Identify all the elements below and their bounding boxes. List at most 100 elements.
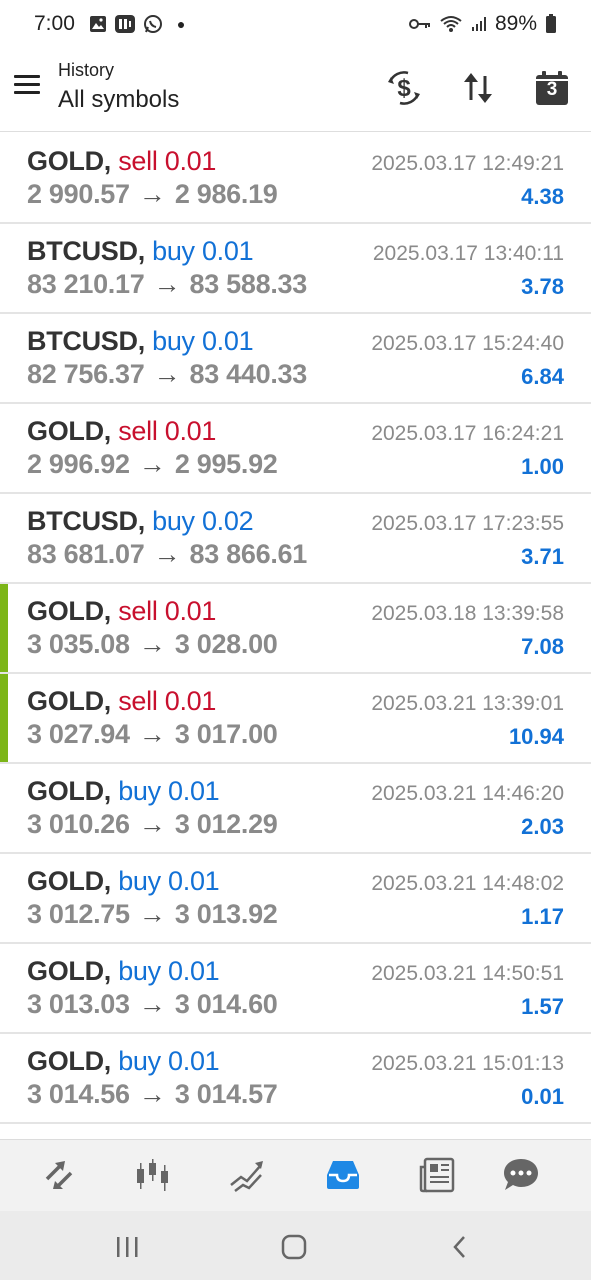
- trade-row[interactable]: BTCUSD, buy 0.01 83 210.17 → 83 588.33 202…: [0, 224, 591, 314]
- trade-title: GOLD, buy 0.01: [27, 956, 220, 987]
- trade-side-label: sell: [118, 686, 158, 716]
- close-price: 3 017.00: [174, 719, 278, 749]
- trade-side: buy 0.01: [118, 866, 220, 896]
- news-icon[interactable]: [414, 1152, 460, 1198]
- close-price: 83 588.33: [189, 269, 308, 299]
- trade-symbol: GOLD,: [27, 686, 111, 716]
- trade-volume: 0.01: [164, 596, 217, 626]
- trade-side: buy 0.01: [118, 776, 220, 806]
- sort-icon[interactable]: [456, 66, 500, 110]
- arrow-right-icon: →: [131, 899, 173, 929]
- trade-row[interactable]: BTCUSD, buy 0.02 83 681.07 → 83 866.61 202…: [0, 494, 591, 584]
- gallery-icon: [89, 15, 107, 33]
- trade-title: GOLD, sell 0.01: [27, 596, 216, 627]
- close-price: 2 995.92: [174, 449, 278, 479]
- trade-icon[interactable]: [224, 1152, 270, 1198]
- trade-row[interactable]: GOLD, buy 0.01 3 014.56 → 3 014.57 2025.03…: [0, 1034, 591, 1124]
- close-price: 83 440.33: [189, 359, 308, 389]
- trade-prices: 3 012.75 → 3 013.92: [27, 899, 278, 930]
- quotes-icon[interactable]: [36, 1152, 82, 1198]
- app-toolbar: History All symbols $ 3: [0, 48, 591, 132]
- trade-prices: 3 035.08 → 3 028.00: [27, 629, 278, 660]
- arrow-right-icon: →: [131, 629, 173, 659]
- page-title[interactable]: All symbols: [58, 86, 179, 114]
- arrow-right-icon: →: [131, 449, 173, 479]
- trade-title: GOLD, sell 0.01: [27, 416, 216, 447]
- open-price: 2 990.57: [27, 179, 130, 209]
- trade-history-list: GOLD, sell 0.01 2 990.57 → 2 986.19 2025.0…: [0, 134, 591, 1124]
- trade-profit: 6.84: [521, 364, 564, 389]
- back-button[interactable]: [440, 1227, 480, 1267]
- open-price: 3 012.75: [27, 899, 130, 929]
- trade-row[interactable]: GOLD, sell 0.01 2 996.92 → 2 995.92 2025.0…: [0, 404, 591, 494]
- trade-volume: 0.01: [201, 326, 254, 356]
- trade-side: sell 0.01: [118, 686, 216, 716]
- open-price: 3 035.08: [27, 629, 130, 659]
- currency-exchange-icon[interactable]: $: [382, 66, 426, 110]
- trade-prices: 3 027.94 → 3 017.00: [27, 719, 278, 750]
- trade-row[interactable]: GOLD, sell 0.01 3 027.94 → 3 017.00 2025.0…: [0, 674, 591, 764]
- trade-side-label: buy: [118, 1046, 161, 1076]
- arrow-right-icon: →: [146, 269, 188, 299]
- home-button[interactable]: [274, 1227, 314, 1267]
- trade-time: 2025.03.17 15:24:40: [371, 332, 564, 355]
- chat-icon[interactable]: [498, 1152, 544, 1198]
- trade-profit: 7.08: [521, 634, 564, 659]
- calendar-icon[interactable]: 3: [530, 66, 574, 110]
- trade-symbol: GOLD,: [27, 866, 111, 896]
- trade-row[interactable]: BTCUSD, buy 0.01 82 756.37 → 83 440.33 202…: [0, 314, 591, 404]
- trade-title: GOLD, buy 0.01: [27, 776, 220, 807]
- trade-volume: 0.01: [168, 1046, 220, 1076]
- trade-symbol: BTCUSD,: [27, 326, 145, 356]
- trade-side: sell 0.01: [118, 416, 216, 446]
- trade-time: 2025.03.17 16:24:21: [371, 422, 564, 445]
- trade-time: 2025.03.21 13:39:01: [371, 692, 564, 715]
- trade-title: GOLD, sell 0.01: [27, 686, 216, 717]
- trade-side: sell 0.01: [118, 146, 216, 176]
- trade-row[interactable]: GOLD, buy 0.01 3 012.75 → 3 013.92 2025.03…: [0, 854, 591, 944]
- signal-icon: [471, 16, 487, 32]
- trade-prices: 2 996.92 → 2 995.92: [27, 449, 278, 480]
- history-icon[interactable]: [320, 1152, 366, 1198]
- trade-prices: 3 010.26 → 3 012.29: [27, 809, 278, 840]
- recents-button[interactable]: [108, 1227, 148, 1267]
- trade-side: buy 0.01: [152, 236, 254, 266]
- trade-time: 2025.03.17 17:23:55: [371, 512, 564, 535]
- trade-volume: 0.01: [168, 776, 220, 806]
- open-price: 3 027.94: [27, 719, 130, 749]
- menu-icon[interactable]: [14, 70, 44, 100]
- trade-side: buy 0.01: [152, 326, 254, 356]
- trade-symbol: GOLD,: [27, 596, 111, 626]
- trade-side-label: sell: [118, 416, 158, 446]
- trade-symbol: BTCUSD,: [27, 236, 145, 266]
- trade-profit: 10.94: [508, 724, 564, 749]
- trade-symbol: GOLD,: [27, 956, 111, 986]
- open-price: 3 014.56: [27, 1079, 130, 1109]
- trade-prices: 3 013.03 → 3 014.60: [27, 989, 278, 1020]
- trade-symbol: GOLD,: [27, 146, 111, 176]
- whatsapp-icon: [143, 14, 163, 34]
- close-price: 3 028.00: [174, 629, 278, 659]
- open-price: 3 010.26: [27, 809, 130, 839]
- trade-volume: 0.01: [164, 686, 217, 716]
- trade-volume: 0.01: [168, 956, 220, 986]
- trade-row[interactable]: GOLD, buy 0.01 3 010.26 → 3 012.29 2025.03…: [0, 764, 591, 854]
- chart-icon[interactable]: [130, 1152, 176, 1198]
- close-price: 3 014.60: [174, 989, 278, 1019]
- page-subtitle: History: [58, 60, 115, 80]
- trade-row[interactable]: GOLD, sell 0.01 2 990.57 → 2 986.19 2025.0…: [0, 134, 591, 224]
- notification-dot: ●: [176, 16, 186, 32]
- close-price: 3 012.29: [174, 809, 278, 839]
- trade-time: 2025.03.17 13:40:11: [372, 242, 564, 265]
- bottom-navigation: [0, 1139, 591, 1211]
- trade-title: BTCUSD, buy 0.01: [27, 326, 254, 357]
- close-price: 2 986.19: [174, 179, 278, 209]
- calendar-day: 3: [546, 79, 558, 100]
- arrow-right-icon: →: [131, 719, 173, 749]
- open-price: 2 996.92: [27, 449, 130, 479]
- arrow-right-icon: →: [146, 359, 188, 389]
- trade-side-label: buy: [152, 236, 195, 266]
- trade-row[interactable]: GOLD, sell 0.01 3 035.08 → 3 028.00 2025.0…: [0, 584, 591, 674]
- trade-row[interactable]: GOLD, buy 0.01 3 013.03 → 3 014.60 2025.03…: [0, 944, 591, 1034]
- trade-title: GOLD, buy 0.01: [27, 866, 220, 897]
